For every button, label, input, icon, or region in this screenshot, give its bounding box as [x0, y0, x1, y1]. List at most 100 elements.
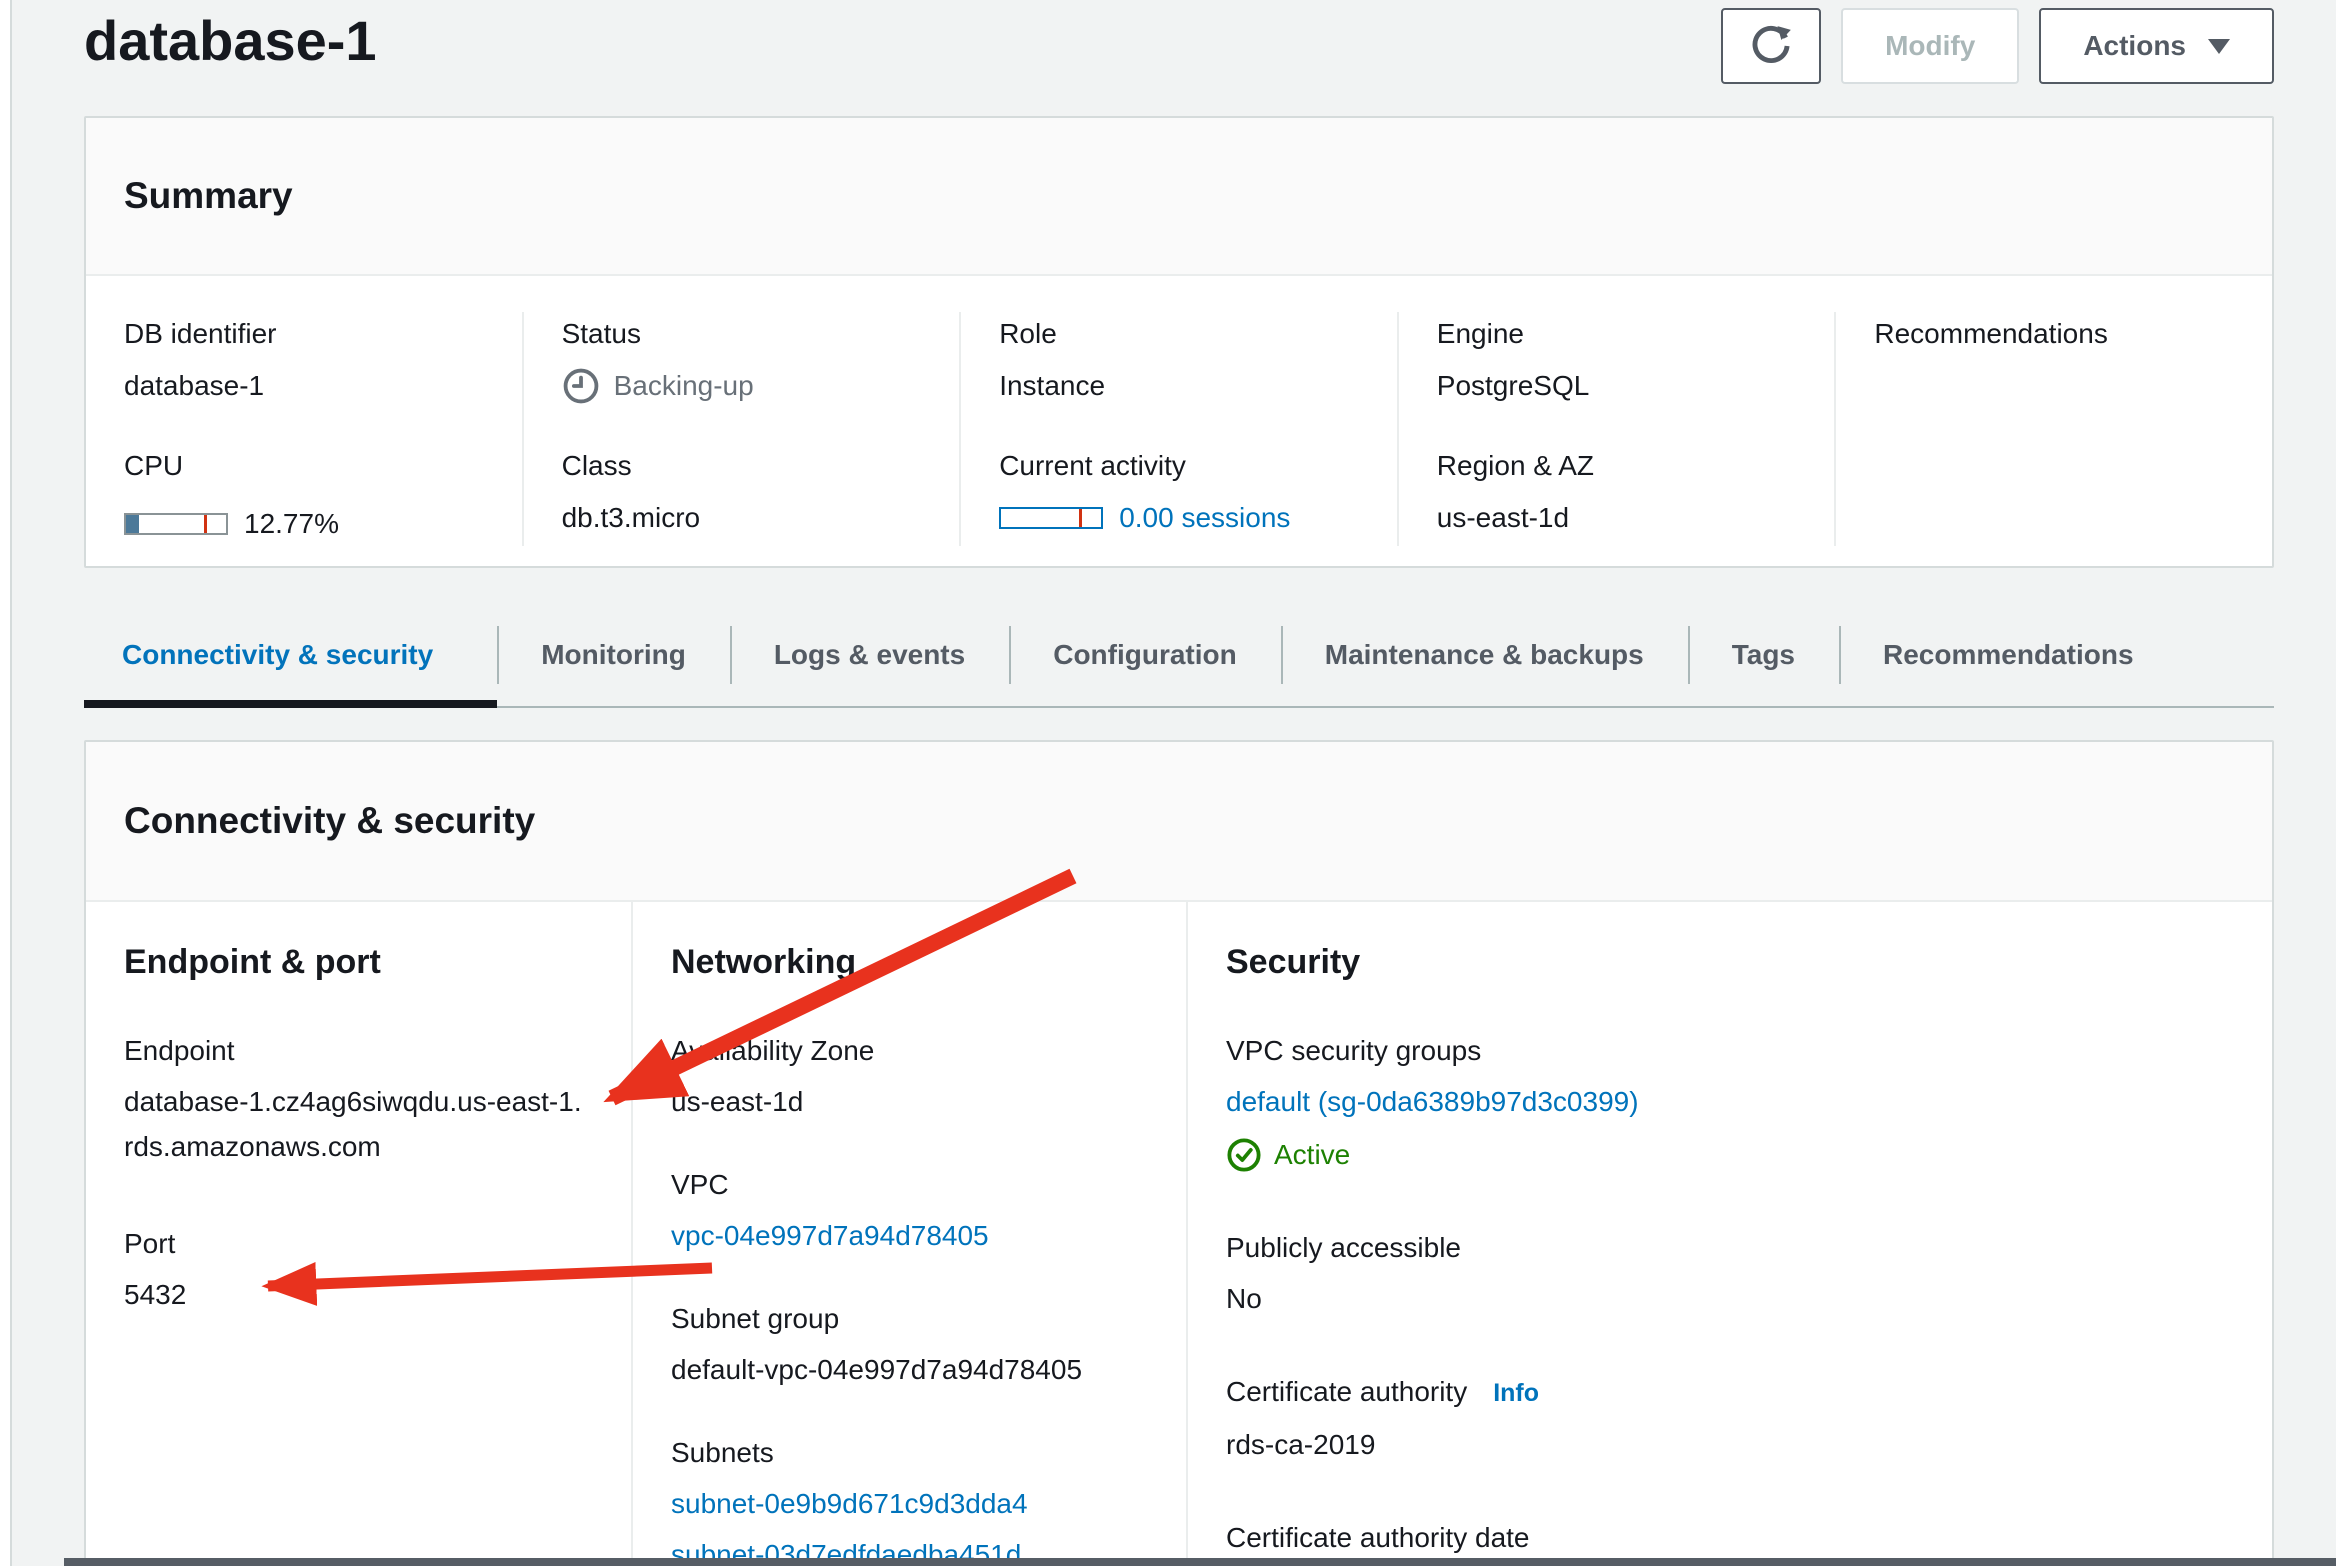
security-group-status: Active [1274, 1132, 1350, 1177]
port-value: 5432 [124, 1272, 603, 1317]
current-activity-bar-row: 0.00 sessions [999, 502, 1397, 534]
publicly-accessible-label: Publicly accessible [1226, 1225, 2244, 1270]
rds-instance-page: database-1 Modify Actions Summary DB ide… [0, 0, 2336, 1566]
subnet-group-value: default-vpc-04e997d7a94d78405 [671, 1347, 1158, 1392]
port-field: Port 5432 [124, 1221, 603, 1317]
tab-monitoring[interactable]: Monitoring [497, 604, 730, 706]
endpoint-label: Endpoint [124, 1028, 603, 1073]
caret-down-icon [2208, 39, 2230, 54]
connectivity-panel-header: Connectivity & security [86, 742, 2272, 902]
left-gutter [0, 0, 12, 1566]
refresh-button[interactable] [1721, 8, 1821, 84]
db-identifier-value: database-1 [124, 364, 522, 408]
certificate-authority-label: Certificate authority Info [1226, 1369, 2244, 1416]
certificate-authority-info-link[interactable]: Info [1493, 1379, 1539, 1407]
summary-panel-header: Summary [86, 118, 2272, 276]
summary-title: Summary [124, 175, 293, 217]
tab-maintenance-backups[interactable]: Maintenance & backups [1281, 604, 1688, 706]
tab-configuration[interactable]: Configuration [1009, 604, 1281, 706]
certificate-authority-value: rds-ca-2019 [1226, 1422, 2244, 1467]
engine-label: Engine [1437, 312, 1835, 356]
port-label: Port [124, 1221, 603, 1266]
status-label: Status [562, 312, 960, 356]
security-group-link[interactable]: default (sg-0da6389b97d3c0399) [1226, 1086, 1639, 1117]
summary-col-role: Role Instance Current activity 0.00 sess… [959, 312, 1397, 546]
role-label: Role [999, 312, 1397, 356]
vpc-security-groups-label: VPC security groups [1226, 1028, 2244, 1073]
subnet-group-label: Subnet group [671, 1296, 1158, 1341]
cpu-meter-fill [126, 515, 139, 533]
subnet-link-1[interactable]: subnet-0e9b9d671c9d3dda4 [671, 1481, 1158, 1526]
bottom-window-edge [64, 1558, 2336, 1566]
refresh-icon [1748, 23, 1794, 69]
endpoint-field: Endpoint database-1.cz4ag6siwqdu.us-east… [124, 1028, 603, 1169]
connectivity-title: Connectivity & security [124, 800, 535, 842]
check-circle-icon [1226, 1137, 1262, 1173]
connectivity-body: Endpoint & port Endpoint database-1.cz4a… [86, 902, 2272, 1566]
sessions-meter-threshold-tick [1079, 509, 1082, 527]
clock-icon [562, 367, 600, 405]
recommendations-label: Recommendations [1874, 312, 2272, 356]
status-value-line: Backing-up [562, 364, 960, 408]
vpc-field: VPC vpc-04e997d7a94d78405 [671, 1162, 1158, 1258]
endpoint-value: database-1.cz4ag6siwqdu.us-east-1.rds.am… [124, 1079, 582, 1169]
engine-field: Engine PostgreSQL [1437, 312, 1835, 408]
db-identifier-label: DB identifier [124, 312, 522, 356]
sessions-meter [999, 507, 1103, 529]
summary-col-status: Status Backing-up Class db.t3.micro [522, 312, 960, 546]
region-az-value: us-east-1d [1437, 496, 1835, 540]
cpu-label: CPU [124, 444, 522, 488]
tab-tags[interactable]: Tags [1688, 604, 1839, 706]
class-label: Class [562, 444, 960, 488]
availability-zone-field: Availability Zone us-east-1d [671, 1028, 1158, 1124]
tab-logs-events[interactable]: Logs & events [730, 604, 1009, 706]
summary-panel: Summary DB identifier database-1 CPU 12.… [84, 116, 2274, 568]
networking-title: Networking [671, 936, 1158, 988]
certificate-authority-field: Certificate authority Info rds-ca-2019 [1226, 1369, 2244, 1467]
publicly-accessible-field: Publicly accessible No [1226, 1225, 2244, 1321]
networking-column: Networking Availability Zone us-east-1d … [631, 902, 1186, 1566]
certificate-authority-date-label: Certificate authority date [1226, 1515, 2244, 1560]
tab-recommendations[interactable]: Recommendations [1839, 604, 2178, 706]
security-title: Security [1226, 936, 2244, 988]
certificate-authority-label-text: Certificate authority [1226, 1376, 1467, 1407]
sessions-link[interactable]: 0.00 sessions [1119, 502, 1290, 534]
tab-bar: Connectivity & security Monitoring Logs … [84, 604, 2274, 708]
cpu-meter-threshold-tick [204, 515, 207, 533]
status-value: Backing-up [614, 364, 754, 408]
engine-value: PostgreSQL [1437, 364, 1835, 408]
summary-col-engine: Engine PostgreSQL Region & AZ us-east-1d [1397, 312, 1835, 546]
tab-connectivity-security[interactable]: Connectivity & security [84, 604, 497, 706]
subnets-label: Subnets [671, 1430, 1158, 1475]
vpc-link[interactable]: vpc-04e997d7a94d78405 [671, 1220, 989, 1251]
actions-button-label: Actions [2083, 30, 2186, 62]
vpc-security-groups-field: VPC security groups default (sg-0da6389b… [1226, 1028, 2244, 1177]
region-az-label: Region & AZ [1437, 444, 1835, 488]
vpc-label: VPC [671, 1162, 1158, 1207]
page-header: database-1 Modify Actions [0, 0, 2336, 116]
security-group-status-line: Active [1226, 1132, 2244, 1177]
role-value: Instance [999, 364, 1397, 408]
publicly-accessible-value: No [1226, 1276, 2244, 1321]
role-field: Role Instance [999, 312, 1397, 408]
class-value: db.t3.micro [562, 496, 960, 540]
cpu-bar-row: 12.77% [124, 502, 522, 546]
class-field: Class db.t3.micro [562, 444, 960, 540]
modify-button[interactable]: Modify [1841, 8, 2019, 84]
subnets-field: Subnets subnet-0e9b9d671c9d3dda4 subnet-… [671, 1430, 1158, 1566]
current-activity-label: Current activity [999, 444, 1397, 488]
availability-zone-label: Availability Zone [671, 1028, 1158, 1073]
subnet-group-field: Subnet group default-vpc-04e997d7a94d784… [671, 1296, 1158, 1392]
region-az-field: Region & AZ us-east-1d [1437, 444, 1835, 540]
cpu-meter [124, 513, 228, 535]
status-field: Status Backing-up [562, 312, 960, 408]
toolbar: Modify Actions [1721, 8, 2274, 84]
recommendations-field: Recommendations [1874, 312, 2272, 356]
summary-grid: DB identifier database-1 CPU 12.77% [86, 276, 2272, 586]
availability-zone-value: us-east-1d [671, 1079, 1158, 1124]
connectivity-panel: Connectivity & security Endpoint & port … [84, 740, 2274, 1566]
security-column: Security VPC security groups default (sg… [1186, 902, 2272, 1566]
actions-button[interactable]: Actions [2039, 8, 2274, 84]
endpoint-port-column: Endpoint & port Endpoint database-1.cz4a… [86, 902, 631, 1566]
db-identifier-field: DB identifier database-1 [124, 312, 522, 408]
